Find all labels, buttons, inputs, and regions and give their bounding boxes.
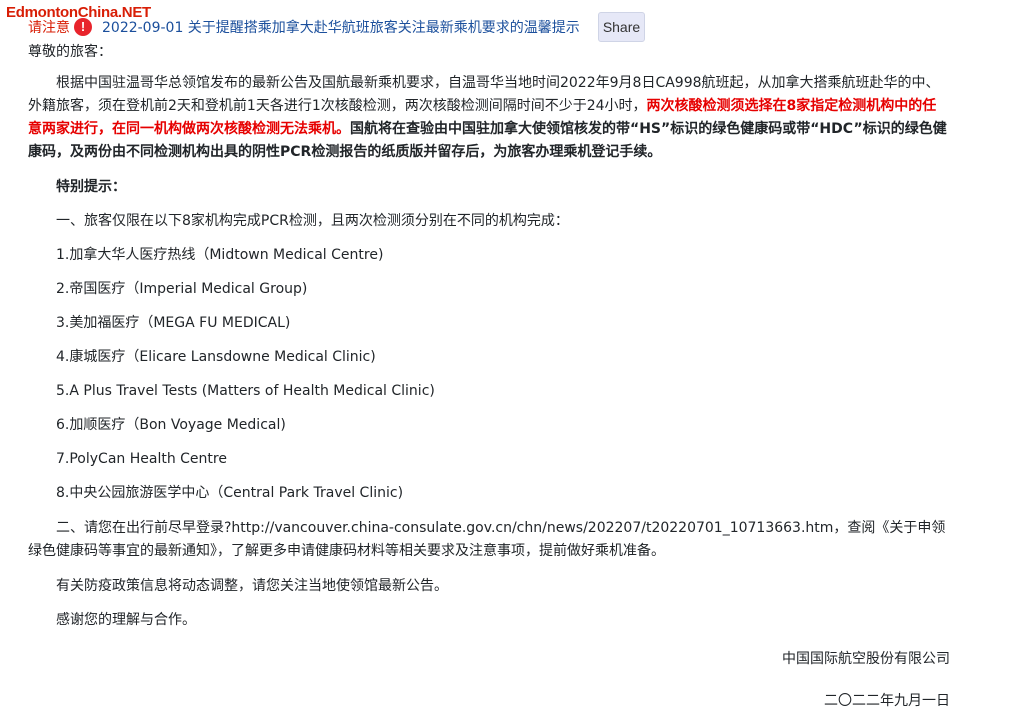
article-headline-link[interactable]: 2022-09-01 关于提醒搭乘加拿大赴华航班旅客关注最新乘机要求的温馨提示 xyxy=(102,17,580,37)
site-watermark-logo: EdmontonChina.NET xyxy=(6,4,151,21)
clinic-item: 2.帝国医疗（Imperial Medical Group) xyxy=(56,281,308,297)
thanks-line: 感谢您的理解与合作。 xyxy=(56,612,196,628)
clinic-item: 1.加拿大华人医疗热线（Midtown Medical Centre) xyxy=(56,247,384,263)
article-body: 尊敬的旅客： 根据中国驻温哥华总领馆发布的最新公告及国航最新乘机要求，自温哥华当… xyxy=(28,40,950,713)
policy-note: 有关防疫政策信息将动态调整，请您关注当地使领馆最新公告。 xyxy=(56,578,448,594)
clinic-item: 3.美加福医疗（MEGA FU MEDICAL) xyxy=(56,315,291,331)
section2-paragraph: 二、请您在出行前尽早登录?http://vancouver.china-cons… xyxy=(28,520,946,559)
clinic-item: 4.康城医疗（Elicare Lansdowne Medical Clinic) xyxy=(56,349,376,365)
clinic-item: 6.加顺医疗（Bon Voyage Medical) xyxy=(56,417,286,433)
greeting: 尊敬的旅客： xyxy=(28,44,112,60)
clinic-item: 7.PolyCan Health Centre xyxy=(56,451,227,467)
clinic-item: 8.中央公园旅游医学中心（Central Park Travel Clinic) xyxy=(56,485,404,501)
special-heading: 特别提示： xyxy=(56,179,126,195)
section1-intro: 一、旅客仅限在以下8家机构完成PCR检测，且两次检测须分别在不同的机构完成： xyxy=(56,213,569,229)
main-paragraph: 根据中国驻温哥华总领馆发布的最新公告及国航最新乘机要求，自温哥华当地时间2022… xyxy=(28,72,950,164)
share-button[interactable]: Share xyxy=(597,12,646,42)
clinic-item: 5.A Plus Travel Tests (Matters of Health… xyxy=(56,383,435,399)
signature-company: 中国国际航空股份有限公司 xyxy=(782,651,950,667)
signature-date: 二〇二二年九月一日 xyxy=(824,693,950,709)
